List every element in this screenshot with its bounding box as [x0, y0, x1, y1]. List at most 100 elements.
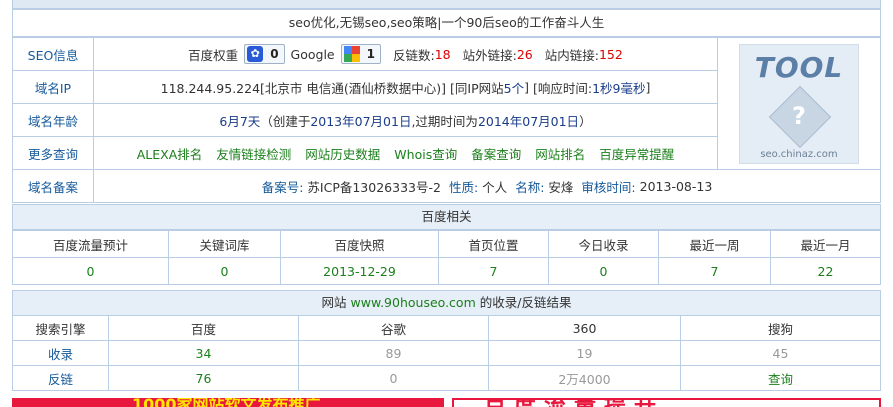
backlinks-360[interactable]: 2万4000	[488, 365, 681, 391]
last-week-value[interactable]: 7	[658, 257, 771, 285]
backlinks-label: 反链数:	[393, 47, 435, 63]
friend-link-check-link[interactable]: 友情链接检测	[216, 144, 291, 163]
bottom-ad-banner[interactable]: 1000家网站软文发布推广 百度流量提升	[12, 398, 881, 407]
same-ip-suffix: ]	[524, 79, 529, 95]
icp-query-link[interactable]: 备案查询	[471, 144, 521, 163]
created-prefix: （创建于	[260, 113, 311, 129]
response-time-prefix: [响应时间:	[532, 80, 593, 96]
more-links: ALEXA排名 友情链接检测 网站历史数据 Whois查询 备案查询 网站排名 …	[93, 136, 718, 170]
google-pr-badge[interactable]: 1	[340, 44, 381, 64]
baidu-snapshot-value[interactable]: 2013-12-29	[280, 257, 439, 285]
same-ip-prefix: [同IP网站	[450, 80, 504, 96]
tool-logo-domain: seo.chinaz.com	[760, 148, 838, 160]
indexed-google[interactable]: 89	[298, 340, 489, 366]
site-info-table: SEO信息 百度权重 ✿ 0 Google 1 反链数: 18 站外链接: 26 站…	[12, 37, 881, 203]
ip-values: 118.244.95.224[北京市 电信通(酒仙桥数据中心)] [同IP网站 5…	[93, 70, 718, 104]
baidu-weight-badge[interactable]: ✿ 0	[244, 44, 285, 64]
age-values: 6月7天 （创建于 2013年07月01日 ,过期时间为 2014年07月01日…	[93, 103, 718, 137]
backlinks-sogou-query-link[interactable]: 查询	[680, 365, 881, 391]
ip-label: 域名IP	[12, 70, 94, 104]
site-rank-link[interactable]: 网站排名	[535, 144, 585, 163]
external-links-value: 26	[516, 46, 533, 62]
whois-link[interactable]: Whois查询	[394, 144, 457, 163]
results-heading-suffix: 的收录/反链结果	[479, 295, 572, 310]
top-strip	[12, 0, 881, 9]
col-keyword-library: 关键词库	[168, 230, 281, 258]
baidu-paw-icon: ✿	[245, 45, 265, 63]
ad-right-text: 百度流量提升	[484, 398, 664, 407]
col-baidu-snapshot: 百度快照	[280, 230, 439, 258]
question-mark: ?	[792, 101, 806, 130]
seo-values: 百度权重 ✿ 0 Google 1 反链数: 18 站外链接: 26 站内链接: 15…	[93, 37, 718, 71]
results-section-heading: 网站 www.90houseo.com 的收录/反链结果	[12, 290, 881, 316]
more-label: 更多查询	[12, 136, 94, 170]
tool-logo[interactable]: TOOL ? seo.chinaz.com	[739, 43, 859, 164]
google-icon	[342, 45, 362, 63]
icp-nature-label: 性质:	[448, 179, 479, 195]
baidu-table: 百度流量预计 关键词库 百度快照 首页位置 今日收录 最近一周 最近一月 0 0…	[12, 230, 881, 285]
icp-audit-value: 2013-08-13	[639, 178, 713, 194]
site-history-link[interactable]: 网站历史数据	[305, 144, 380, 163]
tool-logo-cell: TOOL ? seo.chinaz.com	[717, 37, 881, 170]
col-sogou: 搜狗	[680, 315, 881, 341]
icp-values: 备案号: 苏ICP备13026333号-2 性质: 个人 名称: 安烽 审核时间: 20…	[93, 169, 881, 203]
results-heading-prefix: 网站	[321, 295, 347, 310]
results-header-row: 搜索引擎 百度 谷歌 360 搜狗	[12, 315, 881, 341]
results-heading-site-link[interactable]: www.90houseo.com	[351, 295, 476, 310]
domain-age-value: 6月7天	[219, 113, 261, 129]
col-today-indexed: 今日收录	[548, 230, 659, 258]
site-title: seo优化,无锡seo,seo策略|一个90后seo的工作奋斗人生	[12, 9, 881, 37]
baidu-section-heading: 百度相关	[12, 204, 881, 230]
backlinks-baidu[interactable]: 76	[108, 365, 299, 391]
ad-left-text: 1000家网站软文发布推广	[132, 398, 321, 407]
indexed-360[interactable]: 19	[488, 340, 681, 366]
google-label: Google	[290, 46, 335, 62]
backlinks-row-label: 反链	[12, 365, 109, 391]
last-month-value[interactable]: 22	[770, 257, 881, 285]
indexed-row: 收录 34 89 19 45	[12, 340, 881, 366]
ad-left-banner[interactable]: 1000家网站软文发布推广	[12, 398, 444, 407]
today-indexed-value[interactable]: 0	[548, 257, 659, 285]
seo-label: SEO信息	[12, 37, 94, 71]
col-baidu-traffic: 百度流量预计	[12, 230, 169, 258]
indexed-sogou[interactable]: 45	[680, 340, 881, 366]
keyword-library-value[interactable]: 0	[168, 257, 281, 285]
baidu-alert-link[interactable]: 百度异常提醒	[599, 144, 674, 163]
alexa-rank-link[interactable]: ALEXA排名	[137, 144, 203, 163]
baidu-header-row: 百度流量预计 关键词库 百度快照 首页位置 今日收录 最近一周 最近一月	[12, 230, 881, 258]
col-360: 360	[488, 315, 681, 341]
ad-right-banner[interactable]: 百度流量提升	[452, 398, 881, 407]
icp-name-value: 安烽	[548, 179, 574, 195]
icp-audit-label: 审核时间:	[581, 179, 636, 195]
backlinks-google[interactable]: 0	[298, 365, 489, 391]
google-pr-value: 1	[366, 47, 375, 61]
homepage-position-value: 7	[438, 257, 549, 285]
baidu-weight-label: 百度权重	[188, 47, 239, 63]
col-baidu: 百度	[108, 315, 299, 341]
col-last-month: 最近一月	[770, 230, 881, 258]
baidu-values-row: 0 0 2013-12-29 7 0 7 22	[12, 257, 881, 285]
internal-links-value: 152	[598, 46, 623, 62]
baidu-weight-value: 0	[270, 47, 279, 61]
backlinks-value: 18	[434, 46, 451, 62]
baidu-traffic-value: 0	[12, 257, 169, 285]
indexed-baidu[interactable]: 34	[108, 340, 299, 366]
expire-date: 2014年07月01日	[477, 113, 580, 129]
created-date: 2013年07月01日	[310, 113, 412, 129]
indexed-label: 收录	[12, 340, 109, 366]
col-search-engine: 搜索引擎	[12, 315, 109, 341]
col-last-week: 最近一周	[658, 230, 771, 258]
tool-logo-text: TOOL	[754, 50, 844, 84]
ip-address: 118.244.95.224[北京市 电信通(酒仙桥数据中心)]	[160, 80, 447, 96]
response-time-suffix: ]	[645, 79, 651, 95]
icp-label: 域名备案	[12, 169, 94, 203]
response-time-value: 1秒9毫秒	[592, 80, 646, 96]
icp-name-label: 名称:	[515, 179, 545, 195]
results-table: 搜索引擎 百度 谷歌 360 搜狗 收录 34 89 19 45 反链 76 0…	[12, 315, 881, 391]
same-ip-count-link[interactable]: 5个	[504, 78, 524, 97]
age-label: 域名年龄	[12, 103, 94, 137]
seo-row: SEO信息 百度权重 ✿ 0 Google 1 反链数: 18 站外链接: 26 站…	[12, 37, 881, 170]
col-google: 谷歌	[298, 315, 489, 341]
internal-links-label: 站内链接:	[544, 47, 599, 63]
backlinks-row: 反链 76 0 2万4000 查询	[12, 365, 881, 391]
